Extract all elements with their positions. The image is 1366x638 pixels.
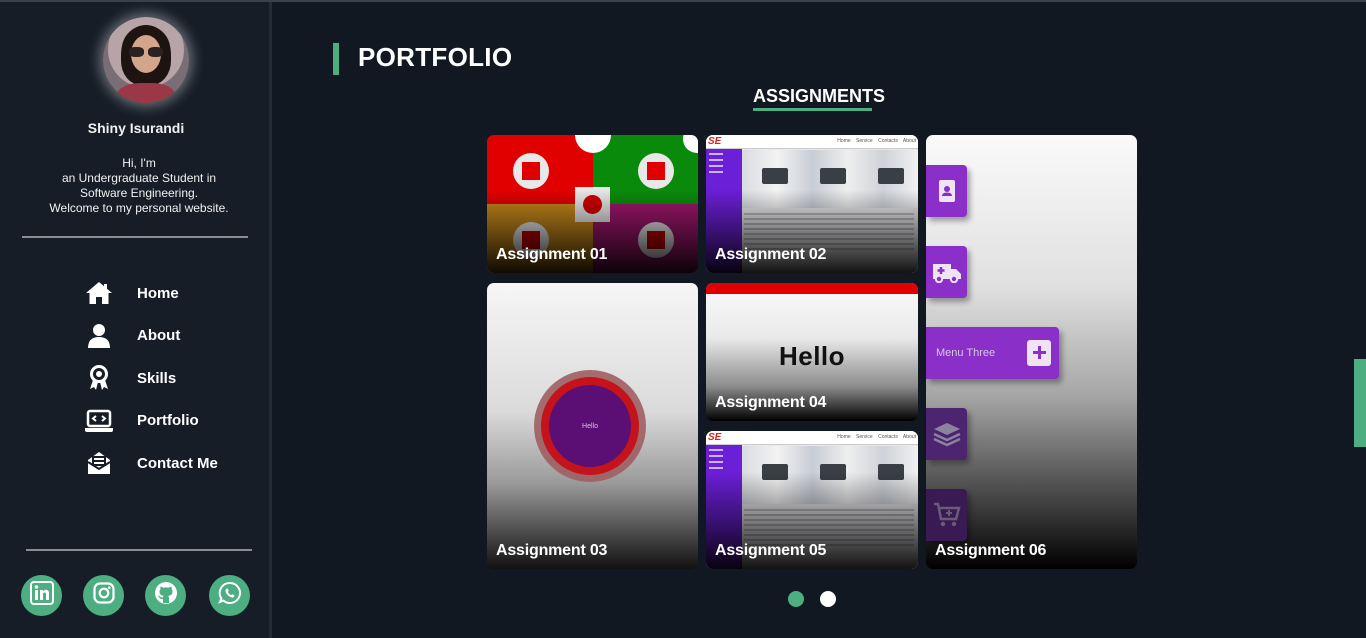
thumbnail-text: Hello (778, 341, 846, 371)
card-title: Assignment 02 (715, 246, 827, 263)
menu-three-item: Menu Three (926, 327, 1059, 379)
user-icon (84, 322, 114, 350)
sidebar: Shiny Isurandi Hi, I'm an Undergraduate … (0, 2, 272, 638)
assignment-card-01[interactable]: Assignment 01 (487, 135, 698, 273)
contact-book-icon (926, 165, 967, 217)
nav-item-about[interactable]: About (84, 315, 218, 358)
nav-item-home[interactable]: Home (84, 272, 218, 315)
linkedin-icon (29, 581, 54, 610)
profile-intro: Hi, I'm an Undergraduate Student in Soft… (30, 156, 248, 216)
nav-label: Home (137, 284, 179, 302)
medical-book-icon (1027, 340, 1051, 366)
card-title: Assignment 04 (715, 394, 827, 411)
sidebar-divider (22, 236, 248, 238)
whatsapp-button[interactable] (209, 575, 250, 616)
nav-label: Contact Me (137, 454, 218, 472)
intro-line: Software Engineering. (79, 186, 199, 200)
nav-label: About (137, 327, 181, 345)
page-title: PORTFOLIO (358, 42, 513, 72)
mail-icon (84, 449, 114, 477)
whatsapp-icon (217, 581, 242, 610)
sidebar-divider (26, 549, 252, 551)
sidebar-nav: Home About Skills Portfolio Contact Me (84, 272, 218, 485)
laptop-code-icon (84, 407, 114, 435)
instagram-icon (92, 582, 115, 609)
title-accent-bar (333, 43, 339, 75)
card-title: Assignment 01 (496, 246, 608, 263)
avatar (103, 17, 189, 103)
layers-icon (926, 408, 967, 460)
thumbnail-text: Hello (582, 422, 598, 430)
assignment-card-04[interactable]: Hello Assignment 04 (706, 283, 918, 421)
section-title-underline (753, 108, 872, 111)
assignment-card-03[interactable]: Hello Assignment 03 (487, 283, 698, 569)
assignment-card-02[interactable]: SE Home Service Contacts About Assignment… (706, 135, 918, 273)
carousel-dot-2[interactable] (820, 591, 836, 607)
award-icon (84, 364, 114, 392)
nav-item-skills[interactable]: Skills (84, 357, 218, 400)
section-title: ASSIGNMENTS (753, 86, 886, 106)
instagram-button[interactable] (83, 575, 124, 616)
side-scroll-tab[interactable] (1354, 359, 1366, 447)
menu-three-label: Menu Three (936, 347, 996, 359)
intro-line: an Undergraduate Student in (61, 171, 217, 185)
assignment-card-06[interactable]: Menu Three Assignment 06 (926, 135, 1137, 569)
home-icon (84, 279, 114, 307)
card-thumbnail: Hello (549, 385, 631, 467)
nav-label: Skills (137, 369, 177, 387)
assignment-card-05[interactable]: SE Home Service Contacts About Assignment… (706, 431, 918, 569)
card-title: Assignment 06 (935, 542, 1047, 559)
carousel-dot-1[interactable] (788, 591, 804, 607)
card-title: Assignment 05 (715, 542, 827, 559)
linkedin-button[interactable] (21, 575, 62, 616)
nav-item-portfolio[interactable]: Portfolio (84, 400, 218, 443)
profile-name: Shiny Isurandi (87, 120, 185, 136)
github-button[interactable] (145, 575, 186, 616)
nav-item-contact[interactable]: Contact Me (84, 442, 218, 485)
intro-line: Welcome to my personal website. (49, 201, 229, 215)
nav-label: Portfolio (137, 412, 199, 430)
intro-line: Hi, I'm (122, 156, 156, 170)
github-icon (154, 581, 178, 610)
card-title: Assignment 03 (496, 542, 608, 559)
ambulance-icon (926, 246, 967, 298)
cart-plus-icon (926, 489, 967, 541)
